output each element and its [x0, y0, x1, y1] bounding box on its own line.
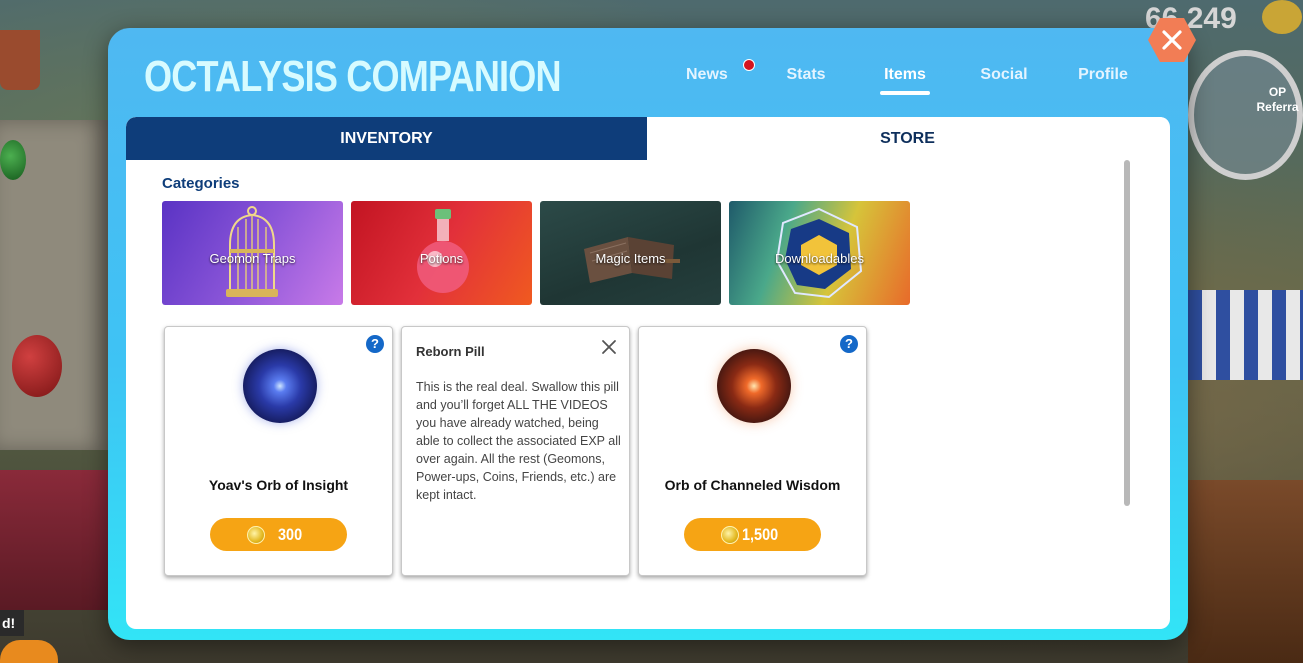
background-green-marker: [0, 140, 26, 180]
background-tent: [1188, 290, 1303, 380]
notification-dot: [743, 59, 755, 71]
item-name: Reborn Pill: [416, 344, 485, 359]
item-description-card: Reborn Pill This is the real deal. Swall…: [401, 326, 630, 576]
category-label: Magic Items: [595, 251, 666, 266]
op-referral-label: OP Referra: [1256, 85, 1299, 114]
modal-title: OCTALYSIS COMPANION: [144, 52, 562, 101]
category-label: Downloadables: [775, 251, 864, 266]
background-side-label: d!: [0, 610, 24, 636]
top-nav: News Stats Items Social Profile: [668, 59, 1148, 106]
help-icon[interactable]: ?: [366, 335, 384, 353]
background-ferris-wheel: [1188, 50, 1303, 180]
coin-icon: [721, 526, 739, 544]
item-description: This is the real deal. Swallow this pill…: [416, 380, 621, 502]
background-orange-button: [0, 640, 58, 663]
blue-orb-icon: [243, 349, 317, 423]
nav-items[interactable]: Items: [880, 66, 930, 84]
item-name: Yoav's Orb of Insight: [208, 477, 349, 493]
scrollbar[interactable]: [1124, 160, 1130, 506]
coin-icon: [247, 526, 265, 544]
companion-modal: OCTALYSIS COMPANION News Stats Items Soc…: [108, 18, 1196, 640]
item-card[interactable]: ? Orb of Channeled Wisdom 1,500: [638, 326, 867, 576]
background-balloon: [12, 335, 62, 397]
nav-social[interactable]: Social: [980, 66, 1028, 84]
item-name: Orb of Channeled Wisdom: [664, 477, 841, 493]
item-price: 300: [278, 525, 303, 544]
content-panel: INVENTORY STORE Categories Geomon Traps: [126, 117, 1170, 629]
category-label: Potions: [419, 251, 464, 266]
background-banner: [0, 30, 40, 90]
category-magic-items[interactable]: Magic Items: [540, 201, 721, 305]
category-label: Geomon Traps: [209, 251, 296, 266]
tab-inventory[interactable]: INVENTORY: [126, 117, 647, 160]
item-price: 1,500: [742, 525, 779, 544]
background-deer: [1188, 480, 1303, 663]
buy-button[interactable]: 1,500: [684, 518, 821, 551]
nav-news-label: News: [686, 66, 728, 83]
background-building: [0, 470, 110, 610]
category-geomon-traps[interactable]: Geomon Traps: [162, 201, 343, 305]
category-potions[interactable]: Potions: [351, 201, 532, 305]
nav-stats[interactable]: Stats: [786, 66, 826, 84]
nav-active-underline: [880, 91, 930, 95]
buy-button[interactable]: 300: [210, 518, 347, 551]
item-card[interactable]: ? Yoav's Orb of Insight 300: [164, 326, 393, 576]
categories-heading: Categories: [162, 175, 240, 192]
red-orb-icon: [717, 349, 791, 423]
category-downloadables[interactable]: Downloadables: [729, 201, 910, 305]
nav-profile[interactable]: Profile: [1078, 66, 1128, 84]
help-icon[interactable]: ?: [840, 335, 858, 353]
nav-news[interactable]: News: [686, 59, 755, 84]
close-icon: [1162, 30, 1182, 50]
tab-store[interactable]: STORE: [647, 117, 1168, 160]
close-icon[interactable]: [601, 339, 617, 355]
coin-icon: [1262, 0, 1302, 34]
